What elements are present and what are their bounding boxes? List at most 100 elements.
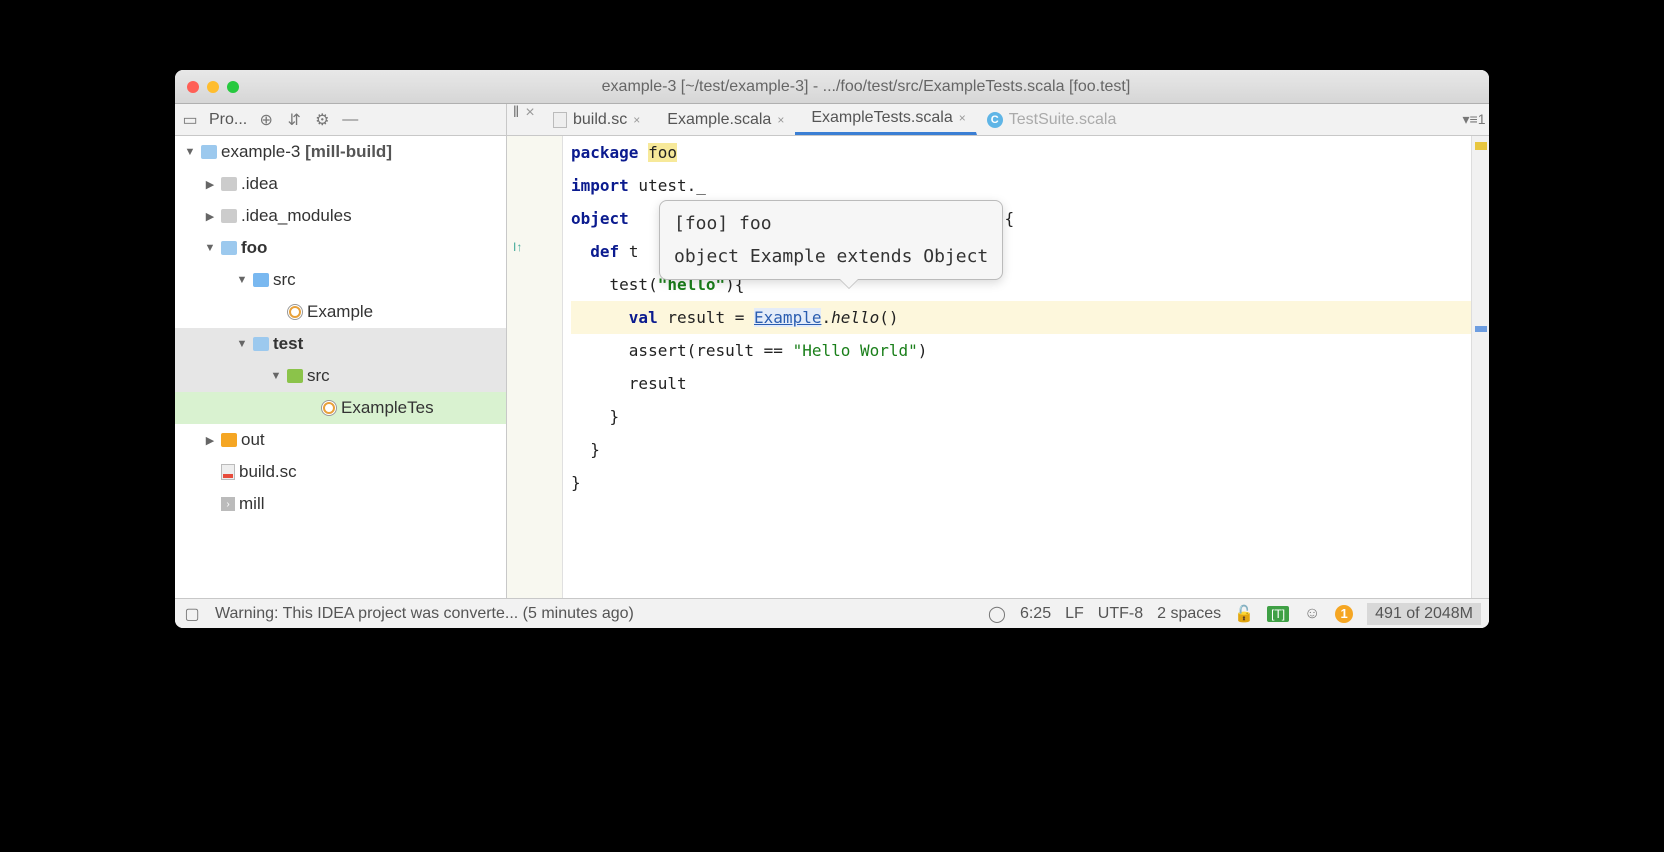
line-separator[interactable]: LF (1065, 605, 1084, 623)
tests-badge[interactable]: [T] (1267, 606, 1289, 622)
expand-arrow-icon[interactable]: ▶ (203, 434, 217, 447)
editor-tabs: build.sc × Example.scala × ExampleTests.… (543, 104, 1459, 135)
tree-root[interactable]: ▼ example-3 [mill-build] (175, 136, 506, 168)
maximize-window-button[interactable] (227, 81, 239, 93)
project-tree[interactable]: ▼ example-3 [mill-build] ▶ .idea ▶ .idea_m… (175, 136, 507, 598)
expand-arrow-icon[interactable]: ▼ (269, 370, 283, 382)
editor-gutter[interactable]: I↑ (507, 136, 563, 598)
tooltip-line2: object Example extends Object (674, 240, 988, 273)
tree-item-idea-modules[interactable]: ▶ .idea_modules (175, 200, 506, 232)
file-icon (553, 112, 567, 128)
folder-icon (221, 433, 237, 447)
override-marker-icon[interactable]: I↑ (513, 240, 522, 254)
window-controls (187, 81, 239, 93)
cursor-position[interactable]: 6:25 (1020, 605, 1051, 623)
expand-arrow-icon[interactable]: ▶ (203, 178, 217, 191)
tree-label: ExampleTes (341, 398, 434, 418)
tab-close-icon[interactable]: × (777, 113, 784, 127)
hide-icon[interactable]: — (341, 111, 359, 129)
tab-exampletests-scala[interactable]: ExampleTests.scala × (795, 104, 976, 135)
clock-icon[interactable]: ◯ (988, 605, 1006, 623)
tree-label: mill (239, 494, 265, 514)
tree-item-test[interactable]: ▼ test (175, 328, 506, 360)
tree-label: src (307, 366, 330, 386)
collapse-icon[interactable]: ⇵ (285, 111, 303, 129)
class-icon: C (987, 112, 1003, 128)
project-icon: ▭ (181, 111, 199, 129)
folder-icon (221, 177, 237, 191)
indent-settings[interactable]: 2 spaces (1157, 605, 1221, 623)
status-bar: ▢ Warning: This IDEA project was convert… (175, 598, 1489, 628)
tab-label: build.sc (573, 111, 627, 129)
tree-label: foo (241, 238, 267, 258)
tree-item-exampletests[interactable]: ExampleTes (175, 392, 506, 424)
folder-icon (253, 273, 269, 287)
tree-label: src (273, 270, 296, 290)
expand-arrow-icon[interactable]: ▶ (203, 210, 217, 223)
tab-testsuite-scala[interactable]: C TestSuite.scala (977, 104, 1128, 135)
tree-label: build.sc (239, 462, 297, 482)
terminal-icon: › (221, 497, 235, 511)
inspector-icon[interactable]: ☺ (1303, 605, 1321, 623)
tree-label: test (273, 334, 303, 354)
tab-label: Example.scala (667, 111, 771, 129)
memory-indicator[interactable]: 491 of 2048M (1367, 603, 1481, 625)
target-icon[interactable]: ⊕ (257, 111, 275, 129)
tabs-dropdown-icon[interactable]: ▾≡1 (1459, 104, 1489, 135)
tab-label: TestSuite.scala (1009, 111, 1117, 129)
expand-arrow-icon[interactable]: ▼ (235, 274, 249, 286)
project-tool-header: ▭ Pro... ⊕ ⇵ ⚙ — (175, 104, 507, 135)
tree-item-idea[interactable]: ▶ .idea (175, 168, 506, 200)
reference-marker[interactable] (1475, 326, 1487, 332)
close-window-button[interactable] (187, 81, 199, 93)
minimize-window-button[interactable] (207, 81, 219, 93)
tree-label: .idea (241, 174, 278, 194)
file-icon (221, 464, 235, 480)
tree-item-out[interactable]: ▶ out (175, 424, 506, 456)
module-icon (253, 337, 269, 351)
tree-item-example[interactable]: Example (175, 296, 506, 328)
tab-label: ExampleTests.scala (811, 109, 952, 127)
tool-window-toggle-icon[interactable]: ▢ (183, 605, 201, 623)
lock-icon[interactable]: 🔓 (1235, 605, 1253, 623)
tree-label: .idea_modules (241, 206, 352, 226)
split-icon[interactable]: ‖ (507, 104, 525, 122)
status-message: Warning: This IDEA project was converte.… (215, 605, 974, 623)
reference-link[interactable]: Example (754, 308, 821, 327)
quick-doc-tooltip: [foo] foo object Example extends Object (659, 200, 1003, 280)
close-split-icon[interactable]: × (525, 104, 543, 122)
tab-build-sc[interactable]: build.sc × (543, 104, 651, 135)
main-area: ▼ example-3 [mill-build] ▶ .idea ▶ .idea_m… (175, 136, 1489, 598)
project-label[interactable]: Pro... (209, 111, 247, 129)
tab-close-icon[interactable]: × (633, 113, 640, 127)
tree-label: out (241, 430, 265, 450)
expand-arrow-icon[interactable]: ▼ (235, 338, 249, 350)
tree-label: Example (307, 302, 373, 322)
warning-marker[interactable] (1475, 142, 1487, 150)
notifications-badge[interactable]: 1 (1335, 605, 1353, 623)
tab-close-icon[interactable]: × (959, 111, 966, 125)
folder-icon (287, 369, 303, 383)
folder-icon (221, 209, 237, 223)
tree-item-src[interactable]: ▼ src (175, 264, 506, 296)
tree-item-build-sc[interactable]: build.sc (175, 456, 506, 488)
code-editor[interactable]: package foo import utest._ object { def … (563, 136, 1471, 598)
tree-item-mill[interactable]: › mill (175, 488, 506, 520)
file-encoding[interactable]: UTF-8 (1098, 605, 1143, 623)
tab-example-scala[interactable]: Example.scala × (651, 104, 795, 135)
expand-arrow-icon[interactable]: ▼ (183, 146, 197, 158)
tree-label: example-3 [mill-build] (221, 142, 392, 162)
toolbar: ▭ Pro... ⊕ ⇵ ⚙ — ‖ × build.sc × Example.… (175, 104, 1489, 136)
scala-icon (287, 304, 303, 320)
scala-icon (321, 400, 337, 416)
overview-ruler[interactable] (1471, 136, 1489, 598)
tree-item-foo[interactable]: ▼ foo (175, 232, 506, 264)
titlebar: example-3 [~/test/example-3] - .../foo/t… (175, 70, 1489, 104)
tooltip-line1: [foo] foo (674, 207, 988, 240)
module-icon (221, 241, 237, 255)
module-icon (201, 145, 217, 159)
tree-item-test-src[interactable]: ▼ src (175, 360, 506, 392)
gear-icon[interactable]: ⚙ (313, 111, 331, 129)
window-title: example-3 [~/test/example-3] - .../foo/t… (255, 78, 1477, 96)
expand-arrow-icon[interactable]: ▼ (203, 242, 217, 254)
